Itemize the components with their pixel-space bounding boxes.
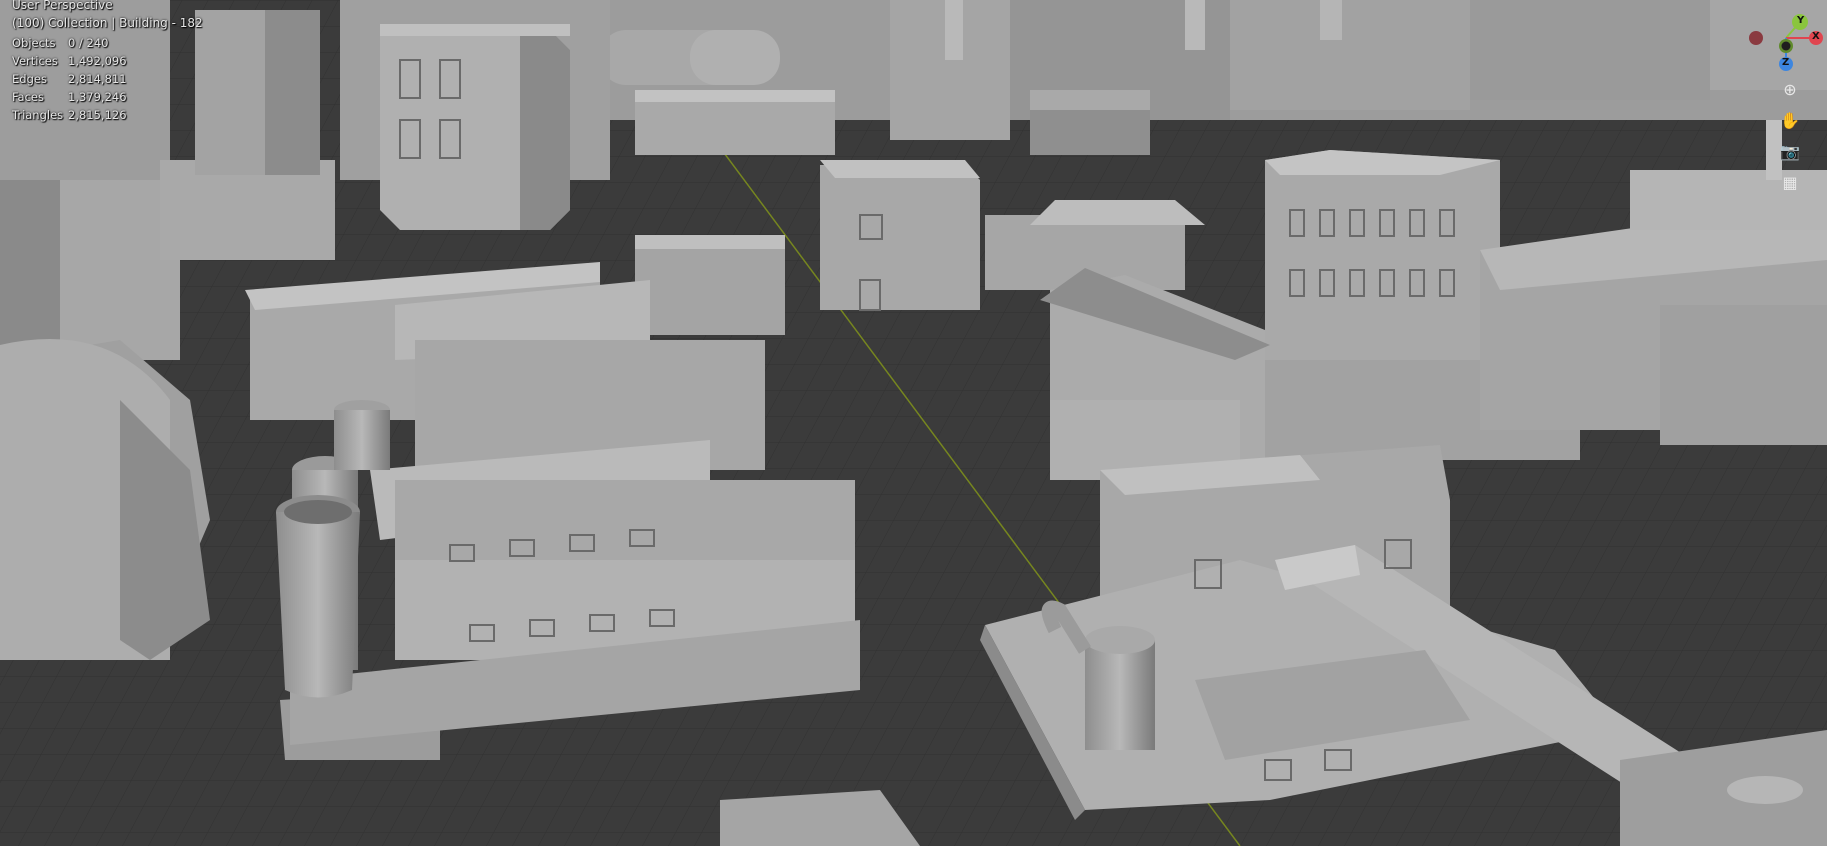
viewport-navigation-tools: ⊕ ✋ 📷 ▦	[1769, 74, 1811, 198]
stat-label: Triangles	[12, 108, 64, 122]
view-name-label: User Perspective	[12, 0, 113, 12]
grid-icon: ▦	[1782, 172, 1798, 192]
pan-button[interactable]: ✋	[1775, 105, 1805, 135]
hand-icon: ✋	[1780, 110, 1800, 130]
axis-z-label: Z	[1782, 57, 1790, 68]
stat-label: Edges	[12, 72, 47, 86]
zoom-button[interactable]: ⊕	[1775, 74, 1805, 104]
axis-x-label: X	[1812, 31, 1820, 42]
stat-label: Faces	[12, 90, 44, 104]
camera-icon: 📷	[1780, 141, 1800, 161]
stat-value: 2,814,811	[68, 72, 127, 86]
stat-value: 2,815,126	[68, 108, 127, 122]
stat-row-faces: Faces 1,379,246	[12, 88, 203, 106]
collection-label: (100) Collection | Building - 182	[12, 16, 203, 30]
camera-view-button[interactable]: 📷	[1775, 136, 1805, 166]
stat-label: Objects	[12, 36, 56, 50]
axis-y-label: Y	[1797, 15, 1805, 26]
stat-row-vertices: Vertices 1,492,096	[12, 52, 203, 70]
stat-label: Vertices	[12, 54, 58, 68]
stat-value: 1,492,096	[68, 54, 127, 68]
stat-value: 1,379,246	[68, 90, 127, 104]
stat-row-objects: Objects 0 / 240	[12, 34, 203, 52]
axis-neg-x-handle[interactable]	[1749, 31, 1763, 45]
stat-value: 0 / 240	[68, 36, 109, 50]
viewport-scene[interactable]	[0, 0, 1827, 846]
scene-statistics: Objects 0 / 240 Vertices 1,492,096 Edges…	[12, 34, 203, 124]
viewport-info-overlay: User Perspective (100) Collection | Buil…	[12, 0, 203, 124]
zoom-icon: ⊕	[1783, 79, 1797, 99]
navigation-gizmo[interactable]: Y X Z	[1748, 6, 1824, 76]
perspective-toggle-button[interactable]: ▦	[1775, 167, 1805, 197]
stat-row-edges: Edges 2,814,811	[12, 70, 203, 88]
3d-viewport[interactable]: User Perspective (100) Collection | Buil…	[0, 0, 1827, 846]
stat-row-triangles: Triangles 2,815,126	[12, 106, 203, 124]
